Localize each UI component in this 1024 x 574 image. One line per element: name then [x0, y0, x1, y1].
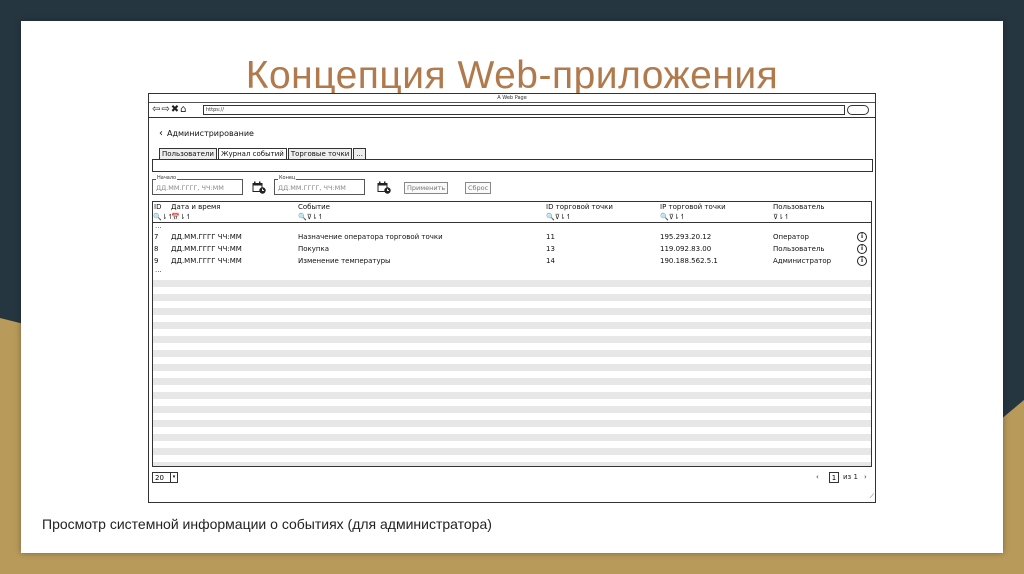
point-id-filter-sort-icon[interactable]: 🔍⊽⇂↿ [546, 213, 572, 221]
column-header-id[interactable]: ID [154, 203, 161, 211]
column-header-point-ip[interactable]: IP торговой точки [660, 203, 726, 211]
cell-datetime: ДД.ММ.ГГГГ ЧЧ:ММ [171, 233, 242, 241]
page-size-value: 20 [155, 474, 164, 482]
resize-grip-icon[interactable]: ⟋ [870, 493, 874, 501]
cell-user: Пользователь [773, 245, 825, 253]
start-date-label: Начало [156, 175, 178, 181]
table-row[interactable]: 7 ДД.ММ.ГГГГ ЧЧ:ММ Назначение оператора … [153, 231, 871, 243]
cell-point-id: 11 [546, 233, 555, 241]
start-date-field[interactable]: ДД.ММ.ГГГГ, ЧЧ:ММ [152, 179, 243, 195]
back-label: Администрирование [167, 129, 254, 138]
calendar-clock-icon[interactable] [377, 181, 391, 194]
point-ip-filter-sort-icon[interactable]: 🔍⊽⇂↿ [660, 213, 686, 221]
cell-id: 8 [154, 245, 159, 253]
table-stripe [153, 448, 871, 455]
page-count-label: из 1 [843, 473, 858, 481]
cell-id: 7 [154, 233, 159, 241]
ellipsis-top: ... [155, 222, 162, 230]
table-stripe [153, 350, 871, 357]
table-stripe [153, 308, 871, 315]
next-page-button[interactable]: › [864, 472, 867, 483]
ellipsis-bottom: ... [155, 266, 162, 274]
cell-user: Администратор [773, 257, 832, 265]
browser-window-wireframe: A Web Page ⇦⇨✖⌂ https:// ‹ Администрирова… [148, 93, 876, 503]
calendar-clock-icon[interactable] [252, 181, 266, 194]
table-row[interactable]: 8 ДД.ММ.ГГГГ ЧЧ:ММ Покупка 13 119.092.83… [153, 243, 871, 255]
tab-content-strip [152, 159, 873, 172]
cell-point-id: 14 [546, 257, 555, 265]
current-page-input[interactable]: 1 [829, 472, 839, 483]
cell-event: Покупка [298, 245, 330, 253]
cell-point-ip: 190.188.562.5.1 [660, 257, 718, 265]
table-stripe [153, 406, 871, 413]
header-divider [153, 222, 871, 223]
info-icon[interactable]: i [857, 244, 867, 254]
table-stripe [153, 364, 871, 371]
column-header-point-id[interactable]: ID торговой точки [546, 203, 613, 211]
date-filter-row: ДД.ММ.ГГГГ, ЧЧ:ММ Начало ДД.ММ.ГГГГ, ЧЧ:… [152, 175, 872, 196]
datetime-filter-sort-icon[interactable]: 📅⇂↿ [171, 213, 191, 221]
pagination-bar: 20 ▾ ‹ 1 из 1 › [149, 472, 875, 506]
table-stripe [153, 462, 871, 466]
info-icon[interactable]: i [857, 256, 867, 266]
table-stripe [153, 280, 871, 287]
table-stripe [153, 294, 871, 301]
table-stripe [153, 378, 871, 385]
column-header-user[interactable]: Пользователь [773, 203, 825, 211]
apply-button[interactable]: Применить [404, 182, 449, 194]
table-stripe [153, 336, 871, 343]
slide-title: Концепция Web-приложения [245, 54, 779, 97]
cell-event: Назначение оператора торговой точки [298, 233, 443, 241]
nav-buttons-icon[interactable]: ⇦⇨✖⌂ [152, 104, 187, 116]
prev-page-button[interactable]: ‹ [816, 472, 819, 483]
cell-event: Изменение температуры [298, 257, 391, 265]
table-stripe [153, 420, 871, 427]
chevron-left-icon: ‹ [159, 128, 163, 139]
table-stripe [153, 392, 871, 399]
reset-button[interactable]: Сброс [465, 182, 492, 194]
back-link[interactable]: ‹ Администрирование [159, 128, 254, 139]
address-bar: ⇦⇨✖⌂ https:// [149, 103, 875, 118]
cell-point-id: 13 [546, 245, 555, 253]
table-row[interactable]: 9 ДД.ММ.ГГГГ ЧЧ:ММ Изменение температуры… [153, 255, 871, 267]
cell-user: Оператор [773, 233, 809, 241]
browser-title: A Web Page [149, 94, 875, 103]
event-filter-sort-icon[interactable]: 🔍⊽⇂↿ [298, 213, 324, 221]
end-date-field[interactable]: ДД.ММ.ГГГГ, ЧЧ:ММ [274, 179, 365, 195]
slide-caption: Просмотр системной информации о событиях… [42, 516, 492, 532]
column-header-datetime[interactable]: Дата и время [171, 203, 221, 211]
page-size-select[interactable]: 20 ▾ [152, 472, 178, 483]
browser-search-field[interactable] [847, 105, 869, 115]
url-input[interactable]: https:// [203, 105, 845, 115]
column-header-event[interactable]: Событие [298, 203, 330, 211]
table-stripe [153, 322, 871, 329]
cell-point-ip: 195.293.20.12 [660, 233, 712, 241]
slide: Концепция Web-приложения A Web Page ⇦⇨✖⌂… [21, 21, 1003, 553]
events-table: ID Дата и время Событие ID торговой точк… [152, 201, 872, 467]
info-icon[interactable]: i [857, 232, 867, 242]
user-filter-sort-icon[interactable]: ⊽⇂↿ [773, 213, 790, 221]
end-date-label: Конец [278, 175, 297, 181]
cell-datetime: ДД.ММ.ГГГГ ЧЧ:ММ [171, 257, 242, 265]
cell-id: 9 [154, 257, 159, 265]
table-stripe [153, 434, 871, 441]
dropdown-arrow-icon: ▾ [170, 473, 177, 482]
cell-point-ip: 119.092.83.00 [660, 245, 712, 253]
cell-datetime: ДД.ММ.ГГГГ ЧЧ:ММ [171, 245, 242, 253]
